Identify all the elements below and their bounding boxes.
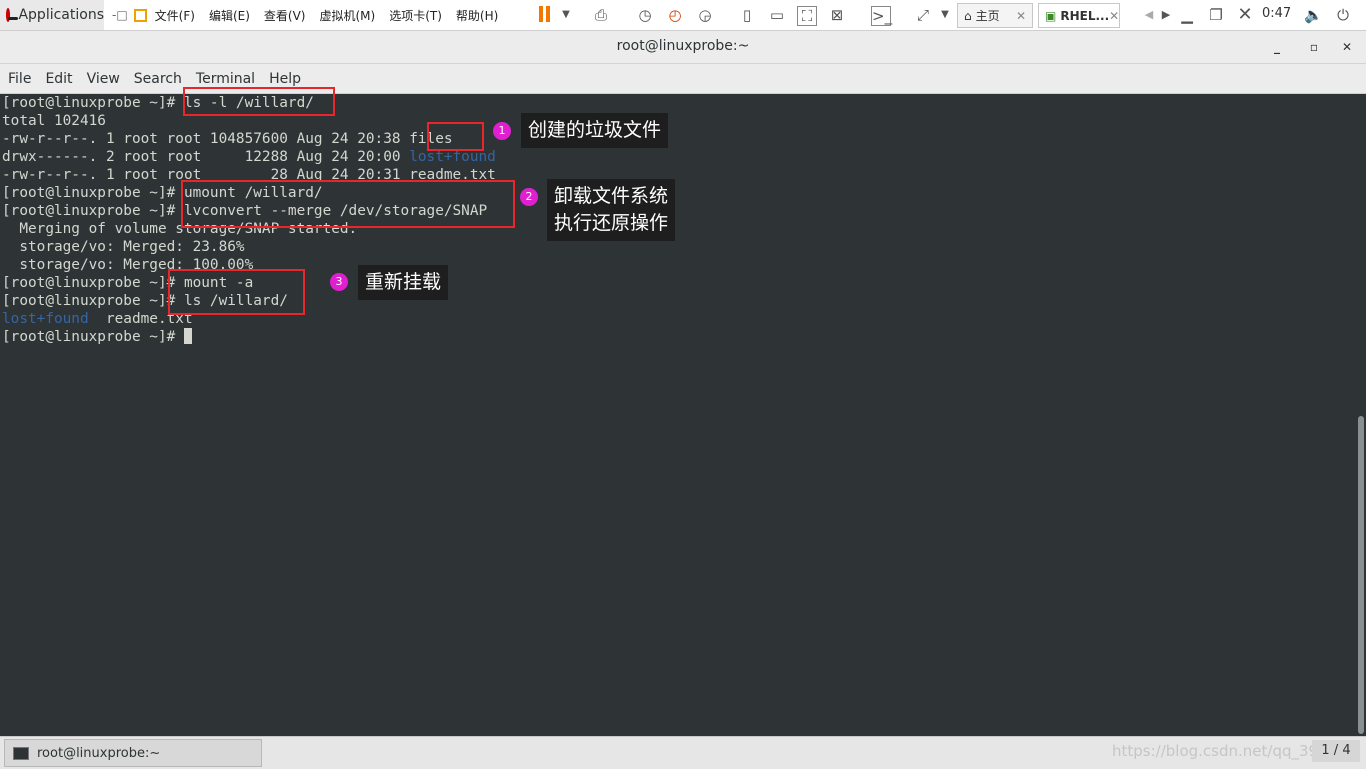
callout-number-3: 3 [330, 273, 348, 291]
terminal-text: total 102416 [2, 113, 106, 129]
host-restore-icon[interactable]: ❐ [1207, 6, 1225, 24]
unity-icon[interactable]: ⊠ [828, 6, 846, 24]
callout-note-2: 卸载文件系统 执行还原操作 [547, 179, 676, 241]
tab-vm-label: RHEL... [1060, 8, 1110, 23]
vm-menu-help[interactable]: 帮助(H) [456, 7, 498, 24]
menu-search[interactable]: Search [134, 71, 182, 87]
power-icon[interactable]: ⏻ [1334, 6, 1352, 24]
terminal-line: drwx------. 2 root root 12288 Aug 24 20:… [2, 148, 496, 166]
taskbar-terminal-label: root@linuxprobe:~ [37, 745, 161, 761]
home-icon: ⌂ [964, 8, 972, 23]
terminal-cursor [183, 328, 192, 344]
maximize-button[interactable]: ▫ [1305, 38, 1323, 56]
terminal-text: [root@linuxprobe ~]# [2, 329, 184, 345]
terminal-text: lost+found [2, 311, 89, 327]
menu-file[interactable]: File [8, 71, 31, 87]
pause-icon[interactable] [535, 6, 553, 24]
volume-icon[interactable]: 🔈 [1304, 6, 1323, 24]
terminal-line: storage/vo: Merged: 23.86% [2, 238, 245, 256]
applications-label: Applications [18, 7, 104, 23]
highlight-mount-ls [168, 269, 305, 315]
tab-scroll-left-icon[interactable]: ◀ [1140, 6, 1158, 24]
taskbar-terminal-item[interactable]: root@linuxprobe:~ [4, 739, 262, 767]
terminal-icon [13, 746, 29, 760]
menu-terminal[interactable]: Terminal [196, 71, 255, 87]
revert-snapshot-icon[interactable]: ◴ [666, 6, 684, 24]
terminal-text: -rw-r--r--. 1 root root 104857600 Aug 24… [2, 131, 453, 147]
workspace-pager[interactable]: 1 / 4 [1312, 740, 1360, 762]
tab-scroll-right-icon[interactable]: ▶ [1157, 6, 1175, 24]
highlight-files [427, 122, 484, 151]
console-icon[interactable]: >_ [871, 6, 892, 26]
vm-menu-edit[interactable]: 编辑(E) [209, 7, 250, 24]
snapshot-icon[interactable]: ◷ [636, 6, 654, 24]
tab-vm[interactable]: ▣ RHEL... ✕ [1038, 3, 1120, 28]
callout-note-3: 重新挂载 [358, 265, 449, 300]
terminal-text: storage/vo: Merged: 23.86% [2, 239, 245, 255]
host-close-icon[interactable]: ✕ [1236, 6, 1254, 24]
close-button[interactable]: ✕ [1338, 38, 1356, 56]
vm-menu-tabs[interactable]: 选项卡(T) [389, 7, 442, 24]
scrollbar-thumb[interactable] [1358, 416, 1364, 734]
send-keys-icon[interactable]: ⎙ [592, 6, 610, 24]
terminal-line: -rw-r--r--. 1 root root 104857600 Aug 24… [2, 130, 453, 148]
vmware-logo-icon [133, 8, 147, 22]
tab-home-close-icon[interactable]: ✕ [1016, 9, 1026, 23]
vm-icon: ▣ [1045, 8, 1057, 23]
pause-dropdown-icon[interactable]: ▼ [557, 6, 575, 24]
terminal-line: [root@linuxprobe ~]# [2, 328, 192, 346]
menu-help[interactable]: Help [269, 71, 301, 87]
callout-number-2: 2 [520, 188, 538, 206]
menu-edit[interactable]: Edit [45, 71, 72, 87]
stretch-dropdown-icon[interactable]: ▼ [936, 6, 954, 24]
callout-note-1: 创建的垃圾文件 [521, 113, 669, 148]
tab-home[interactable]: ⌂ 主页 ✕ [957, 3, 1033, 28]
redhat-logo-icon [6, 8, 20, 22]
terminal-text: lost+found [409, 149, 496, 165]
tab-vm-close-icon[interactable]: ✕ [1109, 9, 1119, 23]
applications-menu[interactable]: Applications [0, 0, 104, 30]
top-panel: Applications -□ 文件(F) 编辑(E) 查看(V) 虚拟机(M)… [0, 0, 1366, 31]
terminal-line: lost+found readme.txt [2, 310, 193, 328]
tab-home-label: 主页 [975, 9, 1000, 23]
minimize-button[interactable]: _ [1268, 38, 1286, 56]
vm-menu-vm[interactable]: 虚拟机(M) [319, 7, 375, 24]
fullscreen-icon[interactable]: ⛶ [797, 6, 817, 26]
menu-view[interactable]: View [87, 71, 120, 87]
pin-icon[interactable]: -□ [112, 8, 128, 22]
window-titlebar: root@linuxprobe:~ _ ▫ ✕ [0, 31, 1366, 64]
thumbnail-bar-icon[interactable]: ▭ [768, 6, 786, 24]
vm-menu: -□ 文件(F) 编辑(E) 查看(V) 虚拟机(M) 选项卡(T) 帮助(H) [104, 0, 524, 30]
vm-menu-file[interactable]: 文件(F) [155, 7, 195, 24]
snapshot-manager-icon[interactable]: ◶ [696, 6, 714, 24]
terminal-scrollbar[interactable] [1356, 94, 1366, 736]
host-minimize-icon[interactable]: ▁ [1178, 6, 1196, 24]
sidebar-toggle-icon[interactable]: ▯ [738, 6, 756, 24]
vm-menu-view[interactable]: 查看(V) [264, 7, 306, 24]
window-title: root@linuxprobe:~ [616, 38, 750, 54]
terminal-text: drwx------. 2 root root 12288 Aug 24 20:… [2, 149, 410, 165]
watermark: https://blog.csdn.net/qq_3903 [1112, 742, 1338, 760]
highlight-ls-command [183, 87, 335, 116]
terminal-line: total 102416 [2, 112, 106, 130]
clock: 0:47 [1262, 6, 1292, 21]
highlight-umount-lvconvert [181, 180, 515, 228]
stretch-icon[interactable]: ⤢ [914, 6, 932, 24]
callout-number-1: 1 [493, 122, 511, 140]
